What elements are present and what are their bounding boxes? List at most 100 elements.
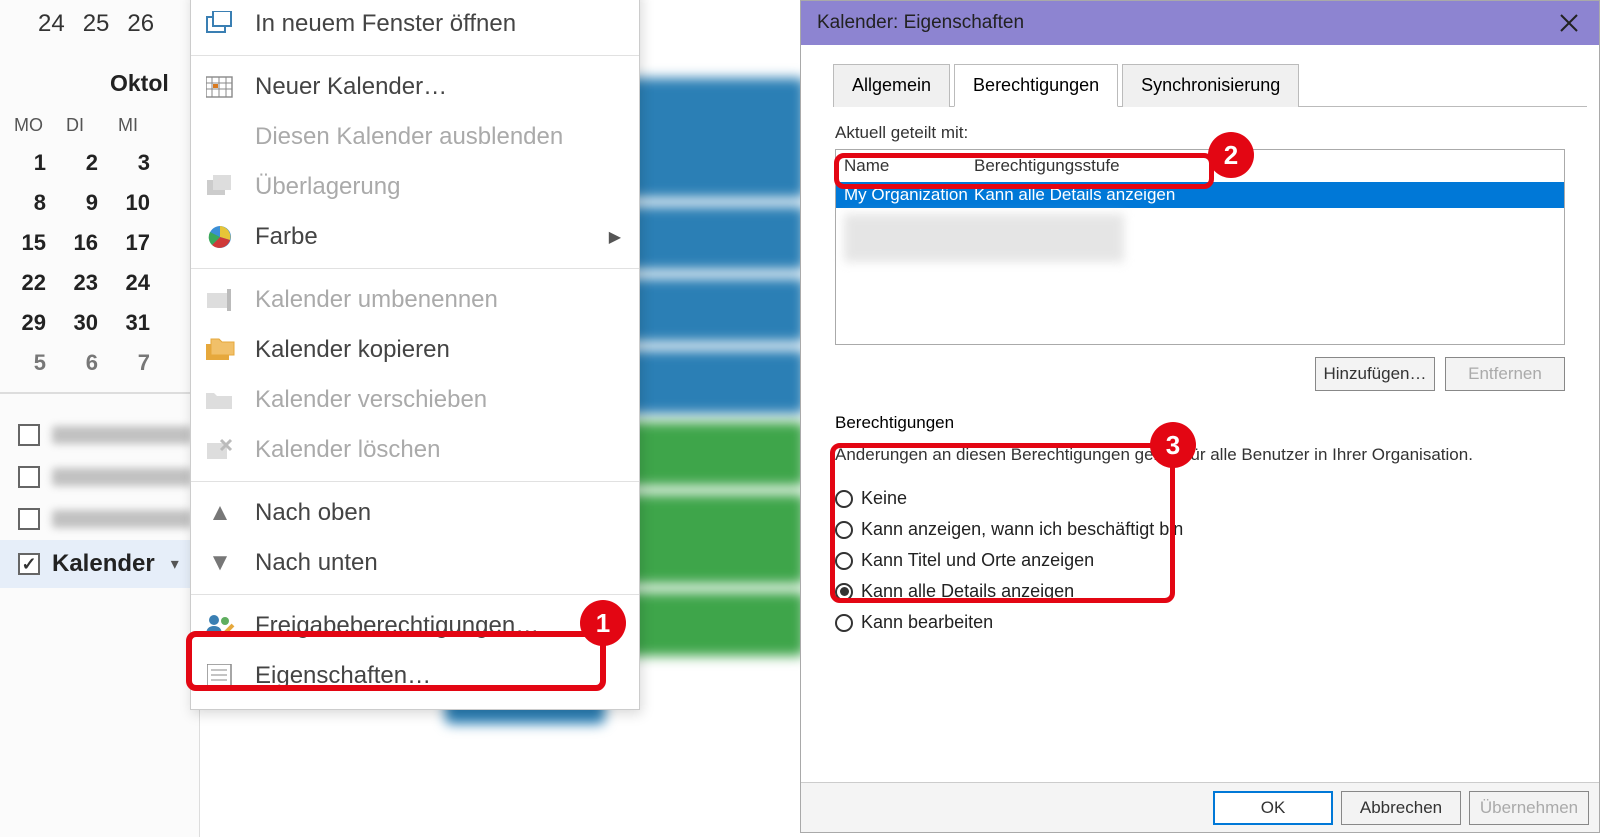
dialog-titlebar[interactable]: Kalender: Eigenschaften <box>801 1 1599 45</box>
arrow-up-icon: ▲ <box>203 498 237 528</box>
calendar-context-menu: In neuem Fenster öffnen Neuer Kalender… … <box>190 0 640 710</box>
separator <box>191 55 639 56</box>
ctx-label: Diesen Kalender ausblenden <box>255 123 563 151</box>
blurred-perm-row <box>844 214 1124 262</box>
new-window-icon <box>203 9 237 39</box>
mini-date[interactable]: 25 <box>83 10 110 38</box>
calendar-grid-icon <box>203 72 237 102</box>
color-pie-icon <box>203 222 237 252</box>
dialog-footer: OK Abbrechen Übernehmen <box>801 782 1599 832</box>
mini-day[interactable]: 10 <box>118 190 150 216</box>
mini-day[interactable]: 5 <box>14 350 46 376</box>
separator <box>191 594 639 595</box>
ctx-hide-calendar: Diesen Kalender ausblenden <box>191 112 639 162</box>
apply-button: Übernehmen <box>1469 791 1589 825</box>
tab-permissions[interactable]: Berechtigungen <box>954 64 1118 107</box>
calendar-properties-dialog: Kalender: Eigenschaften Allgemein Berech… <box>800 0 1600 833</box>
ok-button[interactable]: OK <box>1213 791 1333 825</box>
mini-day[interactable]: 1 <box>14 150 46 176</box>
move-folder-icon <box>203 385 237 415</box>
checkbox-icon[interactable] <box>18 508 40 530</box>
ctx-open-new-window[interactable]: In neuem Fenster öffnen <box>191 0 639 49</box>
ctx-label: Nach oben <box>255 499 371 527</box>
mini-day[interactable]: 7 <box>118 350 150 376</box>
mini-day[interactable]: 16 <box>66 230 98 256</box>
mini-calendar-pane: 24 25 26 Oktol MO DI MI 1 2 3 8 9 10 15 … <box>0 0 200 837</box>
copy-folder-icon <box>203 335 237 365</box>
ctx-label: Überlagerung <box>255 173 400 201</box>
radio-edit[interactable]: Kann bearbeiten <box>835 607 1565 638</box>
ctx-label: Kalender verschieben <box>255 386 487 414</box>
separator <box>191 481 639 482</box>
overlay-icon <box>203 172 237 202</box>
mini-day[interactable]: 15 <box>14 230 46 256</box>
mini-day[interactable]: 2 <box>66 150 98 176</box>
cancel-button[interactable]: Abbrechen <box>1341 791 1461 825</box>
mini-day[interactable]: 9 <box>66 190 98 216</box>
mini-day[interactable]: 17 <box>118 230 150 256</box>
mini-day[interactable]: 30 <box>66 310 98 336</box>
mini-top-dates: 24 25 26 <box>0 0 199 48</box>
checkbox-checked-icon[interactable] <box>18 553 40 575</box>
arrow-down-icon: ▼ <box>203 548 237 578</box>
mini-day[interactable]: 29 <box>14 310 46 336</box>
ctx-move-down[interactable]: ▼ Nach unten <box>191 538 639 588</box>
mini-day[interactable]: 6 <box>66 350 98 376</box>
mini-day[interactable]: 22 <box>14 270 46 296</box>
ctx-label: Farbe <box>255 223 318 251</box>
calendar-list-item[interactable] <box>18 456 199 498</box>
annotation-badge-2: 2 <box>1208 132 1254 178</box>
mini-date[interactable]: 24 <box>38 10 65 38</box>
submenu-arrow-icon: ▶ <box>609 227 621 247</box>
close-icon <box>1560 14 1578 32</box>
annotation-badge-1: 1 <box>580 600 626 646</box>
mini-date[interactable]: 26 <box>127 10 154 38</box>
calendar-list-item-kalender[interactable]: Kalender ▾ <box>0 540 199 588</box>
mini-day-headers: MO DI MI <box>0 115 199 136</box>
blank-icon <box>203 122 237 152</box>
rename-icon <box>203 285 237 315</box>
annotation-badge-3: 3 <box>1150 422 1196 468</box>
ctx-rename: Kalender umbenennen <box>191 275 639 325</box>
mini-days-grid: 1 2 3 8 9 10 15 16 17 22 23 24 29 30 31 … <box>0 136 199 376</box>
blurred-label <box>52 510 192 528</box>
mini-day[interactable]: 3 <box>118 150 150 176</box>
tab-general[interactable]: Allgemein <box>833 64 950 107</box>
delete-icon <box>203 435 237 465</box>
dialog-tabs: Allgemein Berechtigungen Synchronisierun… <box>833 63 1587 107</box>
add-button[interactable]: Hinzufügen… <box>1315 357 1435 391</box>
mini-month-label: Oktol <box>0 48 199 115</box>
checkbox-icon[interactable] <box>18 424 40 446</box>
mini-day[interactable]: 31 <box>118 310 150 336</box>
annotation-box-2 <box>834 153 1214 189</box>
blurred-label <box>52 426 192 444</box>
ctx-copy-calendar[interactable]: Kalender kopieren <box>191 325 639 375</box>
dow: DI <box>66 115 104 136</box>
calendar-list-item[interactable] <box>18 498 199 540</box>
ctx-label: Kalender umbenennen <box>255 286 498 314</box>
ctx-new-calendar[interactable]: Neuer Kalender… <box>191 62 639 112</box>
kalender-label: Kalender <box>52 550 155 578</box>
ctx-move-up[interactable]: ▲ Nach oben <box>191 488 639 538</box>
annotation-box-3 <box>830 443 1175 603</box>
ctx-label: Neuer Kalender… <box>255 73 447 101</box>
calendar-color-swatch: ▾ <box>171 554 179 574</box>
ctx-label: Nach unten <box>255 549 378 577</box>
close-button[interactable] <box>1549 3 1589 43</box>
ctx-delete-calendar: Kalender löschen <box>191 425 639 475</box>
tab-sync[interactable]: Synchronisierung <box>1122 64 1299 107</box>
blurred-label <box>52 468 192 486</box>
permissions-section-title: Berechtigungen <box>835 413 1565 433</box>
dow: MO <box>14 115 52 136</box>
mini-day[interactable]: 23 <box>66 270 98 296</box>
calendar-list-item[interactable] <box>18 414 199 456</box>
dialog-title: Kalender: Eigenschaften <box>817 12 1024 34</box>
checkbox-icon[interactable] <box>18 466 40 488</box>
ctx-color[interactable]: Farbe ▶ <box>191 212 639 262</box>
remove-button: Entfernen <box>1445 357 1565 391</box>
annotation-box-1 <box>186 631 606 691</box>
ctx-label: Kalender löschen <box>255 436 440 464</box>
mini-day[interactable]: 8 <box>14 190 46 216</box>
mini-day[interactable]: 24 <box>118 270 150 296</box>
dow: MI <box>118 115 156 136</box>
